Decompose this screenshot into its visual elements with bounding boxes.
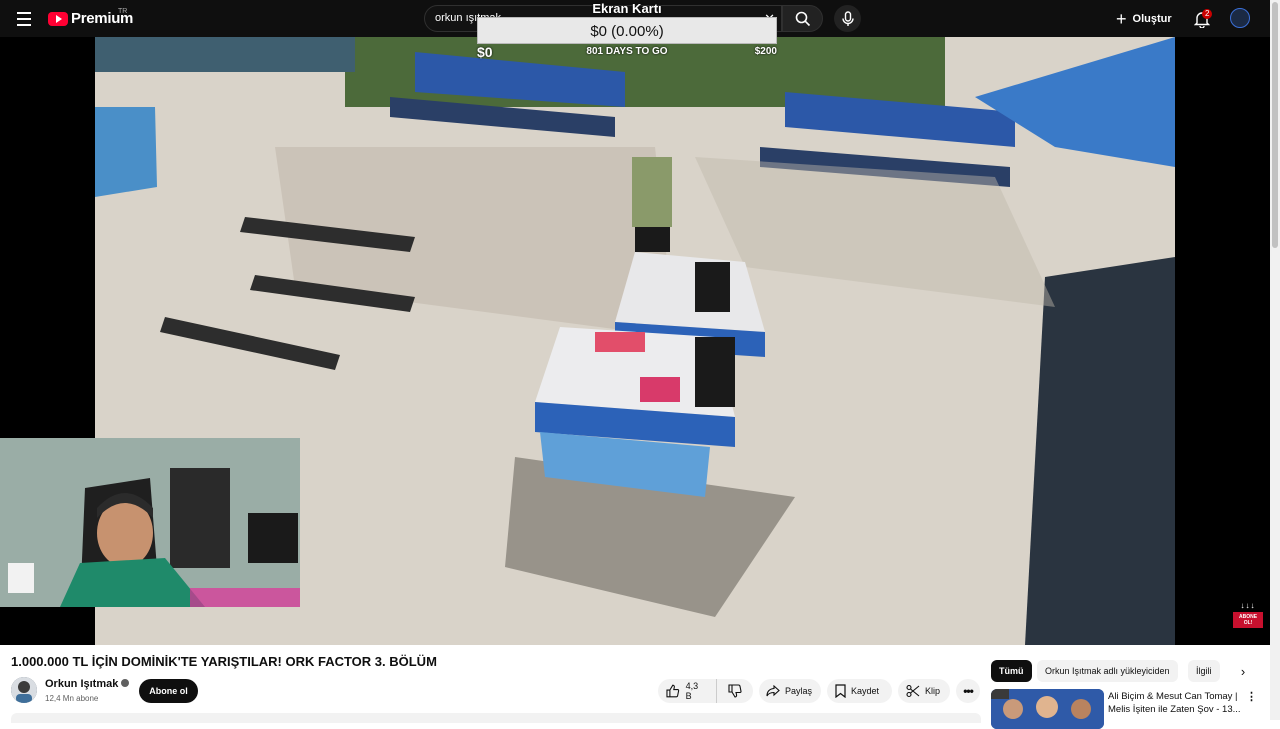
clip-button[interactable]: Klip <box>898 679 950 703</box>
mic-icon <box>841 10 854 26</box>
video-player[interactable]: ↓↓↓ ABONE OL! <box>0 37 1270 645</box>
subscribe-overlay-button[interactable]: ↓↓↓ ABONE OL! <box>1233 602 1263 632</box>
more-icon: ••• <box>963 684 974 698</box>
like-button[interactable]: 4,3 B <box>658 679 717 703</box>
like-count: 4,3 B <box>685 681 699 701</box>
create-label: Oluştur <box>1132 13 1172 25</box>
logo-country-code: TR <box>118 8 128 15</box>
chip-related[interactable]: İlgili <box>1188 660 1220 682</box>
recommendation-thumbnail-image <box>991 689 1104 729</box>
subscribe-overlay-label: ABONE OL! <box>1233 612 1263 628</box>
donation-goal-widget: Ekran Kartı $0 (0.00%) $0 801 DAYS TO GO… <box>477 0 777 60</box>
channel-avatar-image <box>11 677 37 703</box>
youtube-play-icon <box>48 11 68 26</box>
chip-all[interactable]: Tümü <box>991 660 1032 682</box>
subscribe-button[interactable]: Abone ol <box>139 679 198 703</box>
more-actions-button[interactable]: ••• <box>956 679 980 703</box>
channel-avatar[interactable] <box>11 677 37 703</box>
search-button[interactable] <box>782 5 823 32</box>
save-button[interactable]: Kaydet <box>827 679 892 703</box>
down-arrows-icon: ↓↓↓ <box>1240 601 1256 610</box>
bookmark-icon <box>835 684 846 698</box>
menu-icon[interactable] <box>12 7 36 31</box>
channel-name: Orkun Işıtmak <box>45 678 119 690</box>
widget-progress-bar: $0 (0.00%) <box>477 17 777 44</box>
notifications-button[interactable]: 2 <box>1190 7 1214 31</box>
recommendation-thumbnail[interactable] <box>991 689 1104 729</box>
scissors-icon <box>906 684 920 698</box>
search-icon <box>795 11 810 26</box>
share-label: Paylaş <box>785 686 813 696</box>
subscriber-count: 12,4 Mn abone <box>45 694 99 703</box>
thumbs-up-icon <box>666 684 680 698</box>
description-box[interactable] <box>11 713 981 723</box>
like-dislike-group: 4,3 B <box>658 679 753 703</box>
widget-title: Ekran Kartı <box>592 1 662 16</box>
widget-days-remaining: 801 DAYS TO GO <box>586 46 668 57</box>
create-button[interactable]: + Oluştur <box>1116 8 1172 30</box>
scrollbar-thumb[interactable] <box>1272 2 1278 248</box>
channel-name-link[interactable]: Orkun Işıtmak <box>45 678 130 690</box>
plus-icon: + <box>1116 9 1127 29</box>
widget-goal-value: $200 <box>754 46 777 57</box>
page-scrollbar[interactable] <box>1270 0 1280 720</box>
widget-amount: $0 (0.00%) <box>590 23 664 40</box>
account-avatar[interactable] <box>1230 8 1250 28</box>
notification-count-badge: 2 <box>1202 9 1213 19</box>
chip-from-uploader[interactable]: Orkun Işıtmak adlı yükleyiciden <box>1037 660 1178 682</box>
webcam-image <box>0 438 300 607</box>
voice-search-button[interactable] <box>834 5 861 32</box>
share-button[interactable]: Paylaş <box>759 679 821 703</box>
streamer-webcam <box>0 438 300 607</box>
save-label: Kaydet <box>851 686 880 696</box>
verified-icon <box>121 679 130 688</box>
clip-label: Klip <box>925 686 941 696</box>
share-icon <box>766 685 780 697</box>
dislike-button[interactable] <box>717 679 753 703</box>
more-icon[interactable]: ⋮ <box>1246 690 1257 703</box>
recommendation-title[interactable]: Ali Biçim & Mesut Can Tomay | Melis İşit… <box>1108 690 1242 716</box>
thumbs-down-icon <box>728 684 742 698</box>
chevron-right-icon[interactable]: › <box>1232 660 1254 682</box>
video-title: 1.000.000 TL İÇİN DOMİNİK'TE YARIŞTILAR!… <box>11 654 437 669</box>
